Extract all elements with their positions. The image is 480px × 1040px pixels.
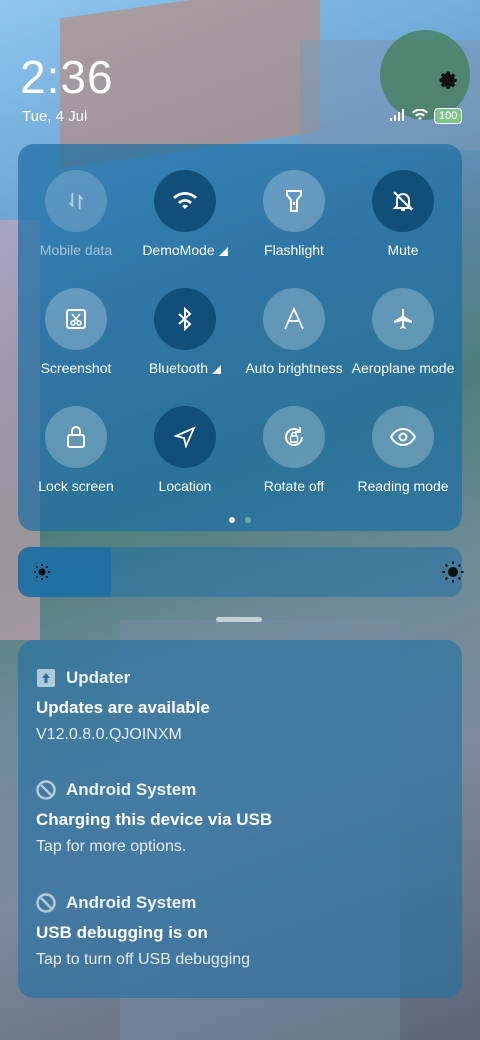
android-system-icon bbox=[36, 893, 56, 913]
tile-label: Flashlight bbox=[264, 242, 324, 258]
tile-label: Bluetooth bbox=[148, 360, 209, 376]
brightness-high-icon bbox=[442, 561, 464, 588]
bell-off-icon bbox=[372, 170, 434, 232]
tile-lock-screen[interactable]: Lock screen bbox=[21, 406, 131, 494]
tile-label: Lock screen bbox=[38, 478, 114, 494]
notification-body: Tap for more options. bbox=[36, 838, 187, 855]
brightness-slider[interactable] bbox=[18, 547, 464, 597]
tile-screenshot[interactable]: Screenshot bbox=[21, 288, 131, 376]
notification-title: Updates are available bbox=[36, 698, 210, 717]
notification-title: Charging this device via USB bbox=[36, 810, 273, 829]
mobile-data-icon bbox=[45, 170, 107, 232]
notification-body: V12.0.8.0.QJOINXM bbox=[36, 726, 182, 743]
page-dot-active bbox=[229, 517, 235, 523]
notification-app-name: Updater bbox=[66, 668, 131, 687]
tile-label: Screenshot bbox=[40, 360, 112, 376]
more-indicator bbox=[218, 246, 228, 256]
rotate-lock-icon bbox=[263, 406, 325, 468]
status-icons: 100 bbox=[390, 108, 463, 124]
tile-reading-mode[interactable]: Reading mode bbox=[348, 406, 458, 494]
wifi-icon bbox=[154, 170, 216, 232]
tile-location[interactable]: Location bbox=[130, 406, 240, 494]
quick-settings-panel: Mobile data DemoMode Flashlight Mute Scr… bbox=[18, 144, 462, 531]
eye-icon bbox=[372, 406, 434, 468]
tile-demomode[interactable]: DemoMode bbox=[130, 170, 240, 258]
tile-flashlight[interactable]: Flashlight bbox=[239, 170, 349, 258]
lock-icon bbox=[45, 406, 107, 468]
notification-updater[interactable]: Updater Updates are available V12.0.8.0.… bbox=[36, 668, 446, 744]
wallpaper-house bbox=[300, 40, 480, 150]
drag-handle[interactable] bbox=[216, 617, 262, 622]
notification-app-name: Android System bbox=[66, 780, 197, 799]
update-icon bbox=[36, 668, 56, 688]
tile-label: Auto brightness bbox=[245, 360, 343, 376]
notification-panel: Updater Updates are available V12.0.8.0.… bbox=[18, 640, 462, 998]
screenshot-icon bbox=[45, 288, 107, 350]
tile-bluetooth[interactable]: Bluetooth bbox=[130, 288, 240, 376]
tile-mute[interactable]: Mute bbox=[348, 170, 458, 258]
tile-mobile-data[interactable]: Mobile data bbox=[21, 170, 131, 258]
auto-brightness-icon bbox=[263, 288, 325, 350]
tile-label: Location bbox=[158, 478, 212, 494]
date[interactable]: Tue, 4 Jul bbox=[22, 108, 87, 125]
tile-label: Reading mode bbox=[357, 478, 449, 494]
android-system-icon bbox=[36, 780, 56, 800]
battery-indicator: 100 bbox=[434, 108, 463, 124]
page-indicator bbox=[18, 517, 462, 523]
tile-label: Mute bbox=[387, 242, 419, 258]
notification-app-name: Android System bbox=[66, 893, 197, 912]
aeroplane-icon bbox=[372, 288, 434, 350]
bluetooth-icon bbox=[154, 288, 216, 350]
tile-label: Rotate off bbox=[263, 478, 325, 494]
brightness-fill bbox=[18, 547, 112, 597]
notification-title: USB debugging is on bbox=[36, 923, 208, 942]
tile-label: Mobile data bbox=[39, 242, 113, 258]
tile-label: Aeroplane mode bbox=[351, 360, 455, 376]
signal-icon bbox=[390, 108, 406, 124]
tile-aeroplane-mode[interactable]: Aeroplane mode bbox=[348, 288, 458, 376]
more-indicator bbox=[212, 364, 222, 374]
tile-rotate-off[interactable]: Rotate off bbox=[239, 406, 349, 494]
clock[interactable]: 2:36 bbox=[20, 50, 114, 104]
location-icon bbox=[154, 406, 216, 468]
tile-auto-brightness[interactable]: Auto brightness bbox=[239, 288, 349, 376]
settings-gear-icon[interactable] bbox=[434, 65, 460, 91]
tile-label: DemoMode bbox=[142, 242, 215, 258]
page-dot bbox=[245, 517, 251, 523]
notification-body: Tap to turn off USB debugging bbox=[36, 951, 251, 968]
flashlight-icon bbox=[263, 170, 325, 232]
brightness-low-icon bbox=[33, 563, 51, 586]
wifi-status-icon bbox=[412, 108, 428, 124]
notification-usb-charging[interactable]: Android System Charging this device via … bbox=[36, 780, 446, 856]
notification-usb-debugging[interactable]: Android System USB debugging is on Tap t… bbox=[36, 893, 446, 969]
